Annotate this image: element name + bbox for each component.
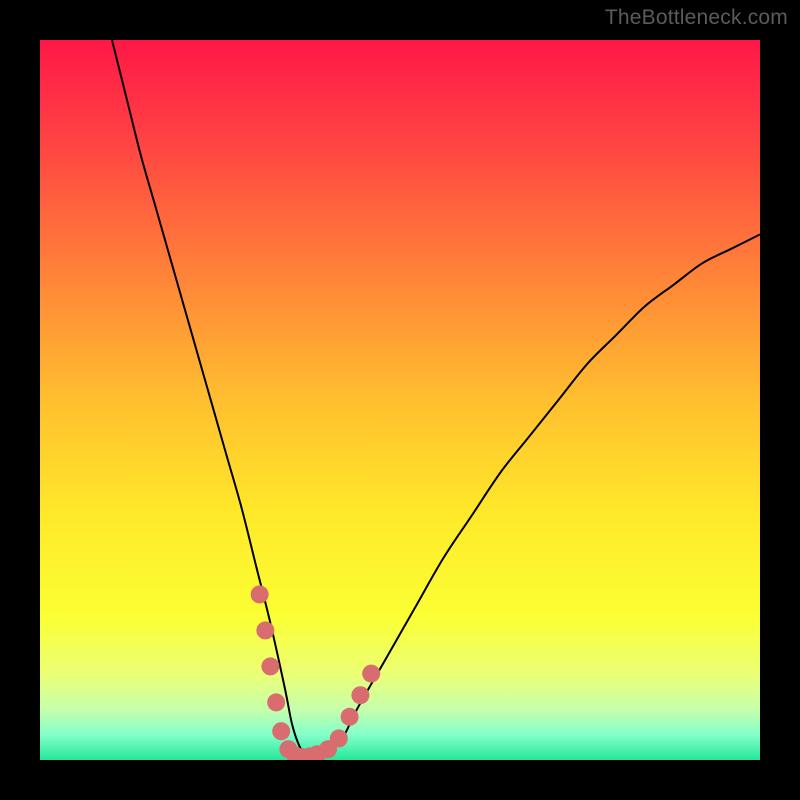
bottleneck-curve: [112, 40, 760, 757]
marker-point: [256, 621, 274, 639]
marker-point: [267, 693, 285, 711]
marker-point: [351, 686, 369, 704]
curve-layer: [40, 40, 760, 760]
chart-frame: TheBottleneck.com: [0, 0, 800, 800]
marker-group: [251, 585, 381, 760]
marker-point: [261, 657, 279, 675]
marker-point: [251, 585, 269, 603]
watermark-text: TheBottleneck.com: [605, 6, 788, 30]
marker-point: [330, 729, 348, 747]
plot-area: [40, 40, 760, 760]
marker-point: [272, 722, 290, 740]
marker-point: [362, 665, 380, 683]
marker-point: [341, 708, 359, 726]
